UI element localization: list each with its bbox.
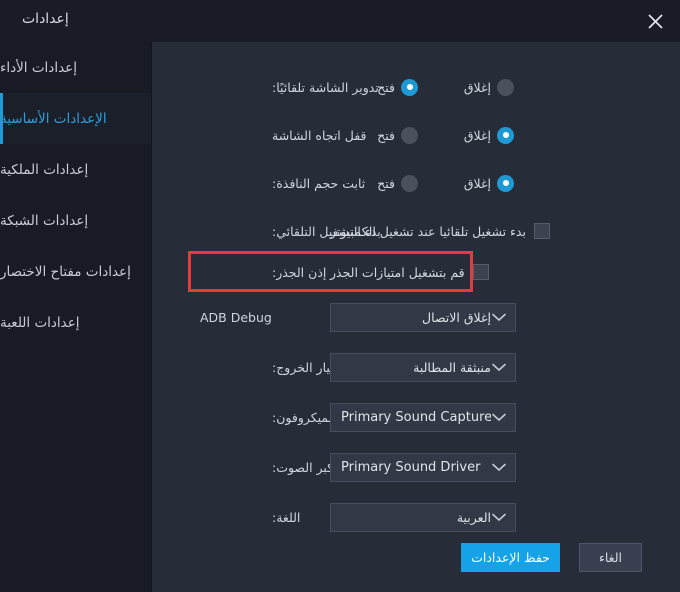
autostart-checkbox[interactable] (533, 223, 550, 239)
root-checkbox[interactable] (472, 264, 489, 280)
radio-label: إغلاق (463, 127, 491, 143)
root-checkbox-wrap[interactable]: قم بتشغيل امتيازات الجذر (330, 264, 489, 280)
dropdown-value: منبثقة المطالبة (413, 359, 491, 375)
cancel-button[interactable]: الغاء (579, 543, 642, 572)
radio-icon-unselected[interactable] (401, 126, 418, 144)
window-title: إعدادات (22, 11, 69, 27)
sidebar-item-label: إعدادات الملكية (0, 161, 89, 178)
settings-window: إعدادات إعدادات الأداء الإعدادات الأساسي… (0, 0, 680, 592)
radio-group-auto-rotate: فتح إغلاق (330, 78, 514, 96)
setting-row-speaker: مكبر الصوت: Primary Sound Driver (152, 452, 680, 482)
save-settings-button[interactable]: حفظ الإعدادات (461, 543, 560, 572)
radio-icon-unselected[interactable] (401, 174, 418, 192)
radio-label: إغلاق (463, 175, 491, 191)
radio-label: فتح (377, 175, 395, 191)
dropdown-exit-option[interactable]: منبثقة المطالبة (330, 352, 516, 382)
sidebar-item-network[interactable]: إعدادات الشبكة (0, 195, 151, 246)
title-bar: إعدادات (0, 0, 680, 42)
radio-icon-selected[interactable] (401, 78, 418, 96)
autostart-checkbox-wrap[interactable]: بدء تشغيل تلقائيا عند تشغيل الكمبيوتر (330, 223, 550, 239)
sidebar-item-label: إعدادات الأداء (0, 59, 77, 76)
sidebar-item-label: إعدادات اللعبة (0, 314, 80, 331)
sidebar-item-basic[interactable]: الإعدادات الأساسية (0, 93, 151, 144)
setting-row-microphone: الميكروفون: Primary Sound Capture ... (152, 402, 680, 432)
dropdown-value: Primary Sound Capture ... (341, 409, 491, 425)
dropdown-value: العربية (456, 509, 491, 525)
dropdown-microphone[interactable]: Primary Sound Capture ... (330, 402, 516, 432)
dropdown-value: إغلاق الاتصال (422, 309, 491, 325)
radio-option-close[interactable]: إغلاق (426, 174, 514, 192)
chevron-down-icon (491, 509, 507, 525)
radio-icon-selected[interactable] (497, 126, 514, 144)
sidebar-item-label: الإعدادات الأساسية (0, 110, 107, 127)
radio-group-lock-orientation: فتح إغلاق (330, 126, 514, 144)
radio-label: فتح (377, 79, 395, 95)
setting-row-adb-debug: ADB Debug إغلاق الاتصال (152, 302, 680, 332)
chevron-down-icon (491, 309, 507, 325)
sidebar-item-label: إعدادات مفتاح الاختصار (0, 263, 131, 280)
sidebar-item-label: إعدادات الشبكة (0, 212, 89, 229)
setting-row-language: اللغة: العربية (152, 502, 680, 532)
root-checkbox-label: قم بتشغيل امتيازات الجذر (330, 264, 465, 280)
radio-option-close[interactable]: إغلاق (426, 126, 514, 144)
setting-row-exit-option: خيار الخروج: منبثقة المطالبة (152, 352, 680, 382)
radio-option-open[interactable]: فتح (330, 78, 418, 96)
setting-row-fixed-window-size: ثابت حجم النافذة: فتح إغلاق (152, 169, 680, 197)
chevron-down-icon (491, 459, 507, 475)
autostart-checkbox-label: بدء تشغيل تلقائيا عند تشغيل الكمبيوتر (330, 223, 526, 239)
chevron-down-icon (491, 409, 507, 425)
setting-row-auto-rotate: تدوير الشاشة تلقائيًا: فتح إغلاق (152, 73, 680, 101)
radio-label: فتح (377, 127, 395, 143)
radio-option-open[interactable]: فتح (330, 126, 418, 144)
sidebar-item-game[interactable]: إعدادات اللعبة (0, 297, 151, 348)
sidebar-item-shortcut[interactable]: إعدادات مفتاح الاختصار (0, 246, 151, 297)
setting-row-lock-orientation: قفل اتجاه الشاشة فتح إغلاق (152, 121, 680, 149)
dropdown-speaker[interactable]: Primary Sound Driver (330, 452, 516, 482)
dropdown-value: Primary Sound Driver (341, 459, 481, 475)
dropdown-adb-debug[interactable]: إغلاق الاتصال (330, 302, 516, 332)
sidebar-item-property[interactable]: إعدادات الملكية (0, 144, 151, 195)
sidebar-item-performance[interactable]: إعدادات الأداء (0, 42, 151, 93)
close-icon[interactable] (638, 4, 672, 38)
chevron-down-icon (491, 359, 507, 375)
radio-icon-unselected[interactable] (497, 78, 514, 96)
setting-row-autostart: بدء التشغيل التلقائي: بدء تشغيل تلقائيا … (152, 217, 680, 245)
radio-icon-selected[interactable] (497, 174, 514, 192)
radio-label: إغلاق (463, 79, 491, 95)
radio-group-fixed-window-size: فتح إغلاق (330, 174, 514, 192)
dropdown-language[interactable]: العربية (330, 502, 516, 532)
setting-row-root-privileges: إذن الجذر: قم بتشغيل امتيازات الجذر (152, 258, 680, 286)
settings-panel: تدوير الشاشة تلقائيًا: فتح إغلاق قفل اتج… (152, 42, 680, 592)
radio-option-open[interactable]: فتح (330, 174, 418, 192)
sidebar: إعدادات الأداء الإعدادات الأساسية إعدادا… (0, 42, 152, 592)
radio-option-close[interactable]: إغلاق (426, 78, 514, 96)
